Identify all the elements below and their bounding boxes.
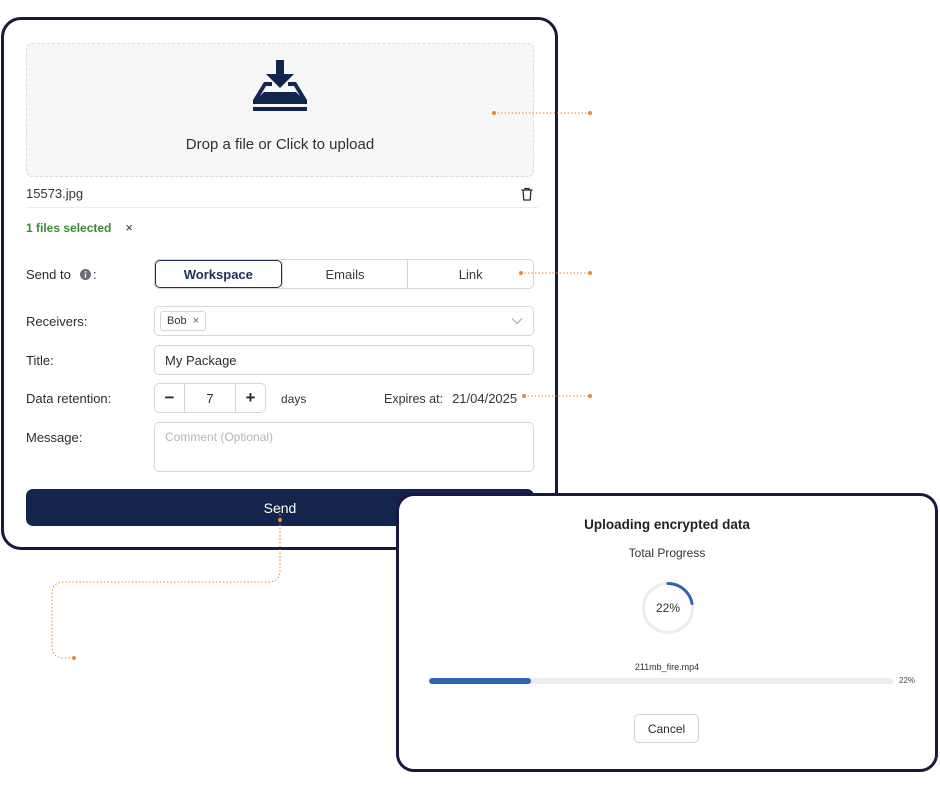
modal-subtitle: Total Progress [628,546,706,560]
receivers-label: Receivers: [26,314,88,329]
info-icon[interactable] [79,269,91,280]
title-label: Title: [26,353,54,368]
receiver-chip-label: Bob [167,315,187,327]
data-retention-label: Data retention: [26,391,112,406]
title-input[interactable] [154,345,534,375]
total-progress-percent: 22% [655,601,681,615]
uploading-file-name: 211mb_fire.mp4 [634,662,700,672]
files-selected-text: 1 files selected [26,220,112,235]
clear-selection-button[interactable]: × [125,220,133,235]
send-to-workspace-option[interactable]: Workspace [155,260,282,288]
message-textarea[interactable] [154,422,534,472]
expires-info: Expires at: 21/04/2025 [384,391,517,406]
file-progress-fill [429,678,532,684]
file-dropzone[interactable]: Drop a file or Click to upload [26,43,534,177]
retention-value[interactable]: 7 [184,384,236,412]
file-progress-bar [429,678,893,684]
receiver-chip: Bob × [160,311,207,331]
send-package-card: Drop a file or Click to upload 15573.jpg… [1,17,558,550]
decrement-button[interactable]: − [155,384,184,412]
dropzone-text: Drop a file or Click to upload [185,136,375,153]
expires-date: 21/04/2025 [452,391,518,406]
send-to-selector: Workspace Emails Link [154,259,534,289]
expires-label: Expires at: [384,392,444,406]
trash-icon[interactable] [520,187,534,201]
upload-progress-modal: Uploading encrypted data Total Progress … [396,493,938,772]
modal-title: Uploading encrypted data [584,517,750,532]
retention-unit: days [281,392,307,406]
cancel-upload-button[interactable]: Cancel [634,714,699,743]
message-label: Message: [26,430,83,445]
file-progress-percent: 22% [899,676,916,685]
chevron-down-icon[interactable] [511,316,523,326]
file-name: 15573.jpg [26,186,84,201]
receivers-select[interactable]: Bob × [154,306,534,336]
file-row: 15573.jpg [26,180,538,208]
increment-button[interactable]: + [236,384,265,412]
upload-tray-icon [253,60,307,111]
remove-receiver-button[interactable]: × [193,315,199,327]
retention-stepper: − 7 + [154,383,266,413]
send-to-label: Send to : [26,267,97,282]
selection-summary: 1 files selected × [26,220,133,235]
send-to-link-option[interactable]: Link [407,260,533,288]
send-to-emails-option[interactable]: Emails [281,260,408,288]
